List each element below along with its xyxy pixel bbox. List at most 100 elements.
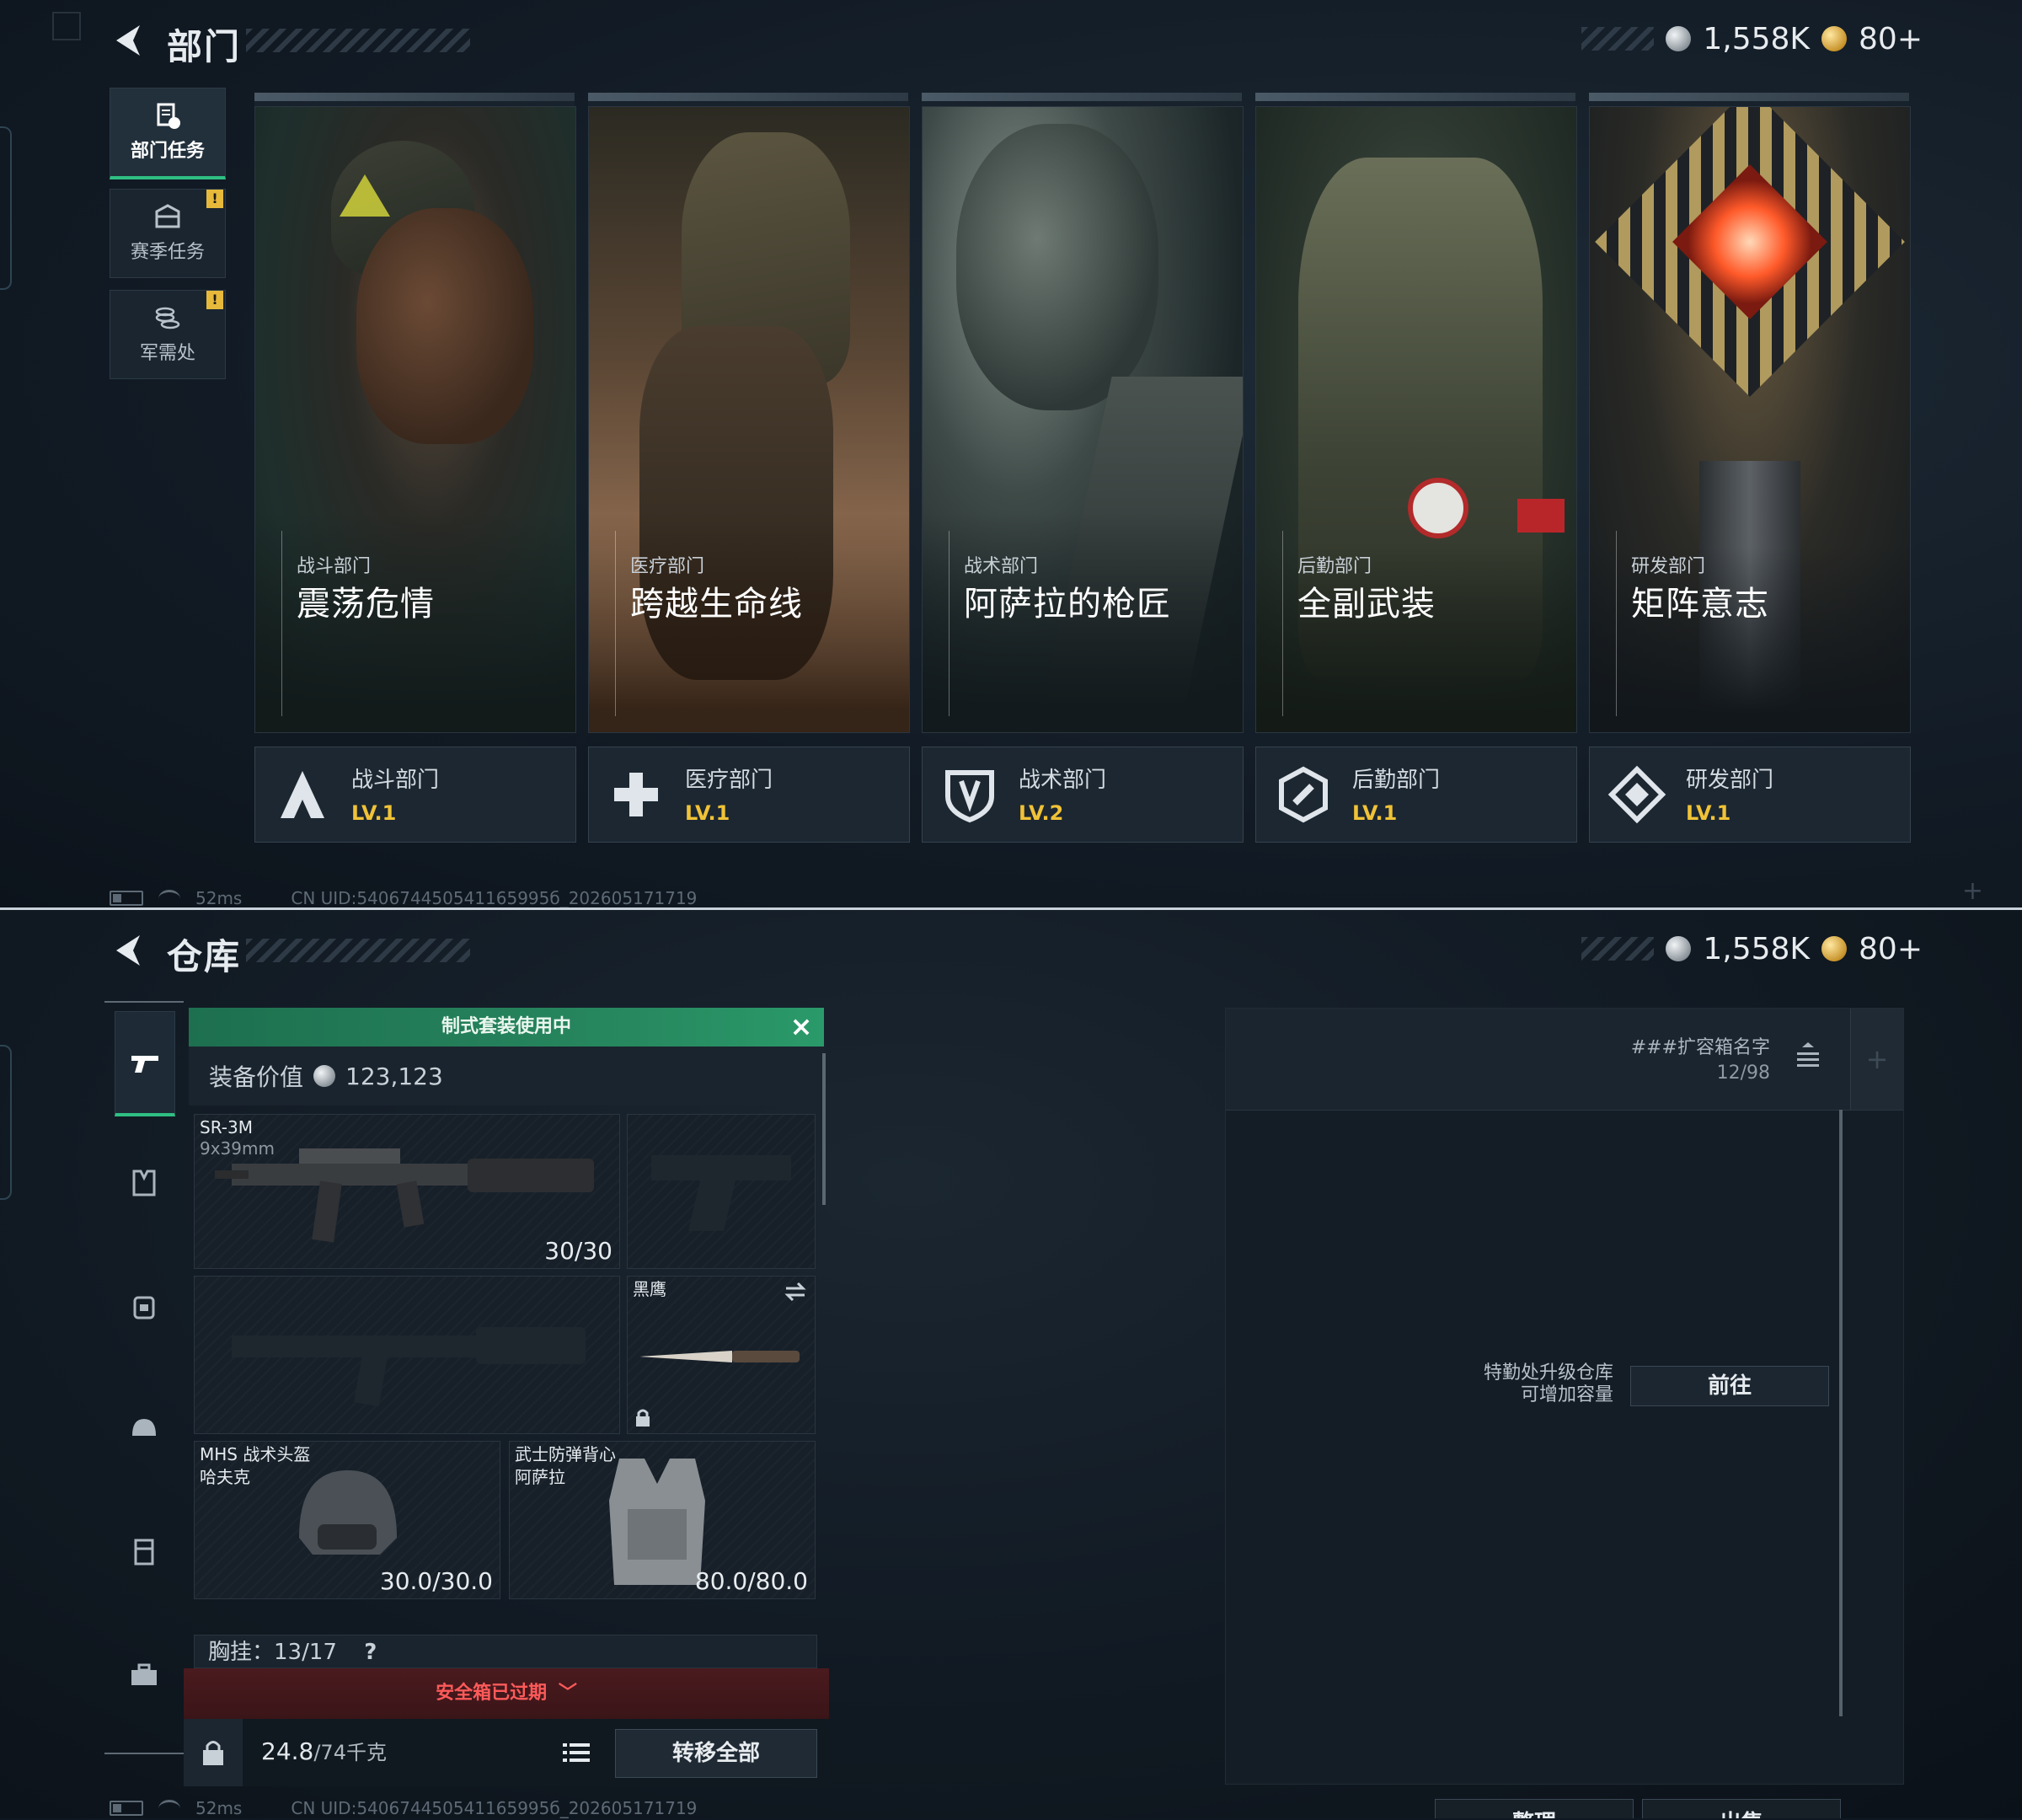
organize-button[interactable]: 整理 (1435, 1799, 1634, 1818)
card-mission-title: 全副武装 (1297, 585, 1436, 624)
helmet-brand: 哈夫克 (200, 1467, 250, 1487)
tab-label: 部门任务 (130, 141, 205, 162)
currency-bar: 1,558K 80+ (1581, 20, 1923, 57)
tab-toolbox[interactable] (115, 1625, 174, 1726)
tactical-shield-icon (945, 770, 994, 823)
banner-text: 制式套装使用中 (441, 1016, 571, 1037)
department-card-tactical[interactable]: 战术部门 阿萨拉的枪匠 (922, 93, 1244, 733)
expansion-box-name: ###扩容箱名字 (1630, 1037, 1770, 1058)
department-level: LV.1 (351, 801, 397, 825)
silver-coin-icon (1666, 26, 1692, 51)
lock-icon (203, 1741, 223, 1765)
storage-scrollbar[interactable] (1839, 1110, 1843, 1716)
list-view-button[interactable] (558, 1734, 595, 1771)
currency-bar: 1,558K 80+ (1581, 930, 1923, 967)
department-level: LV.1 (1352, 801, 1398, 825)
tab-rail-bottom (104, 1753, 184, 1754)
weight-current: 24.8 (261, 1737, 314, 1765)
toolbox-icon (131, 1663, 157, 1685)
safe-box-expired-banner[interactable]: 安全箱已过期 ﹀ (184, 1668, 829, 1719)
armor-name: 武士防弹背心 (515, 1444, 616, 1464)
close-icon[interactable]: × (789, 1013, 814, 1040)
standard-kit-banner: 制式套装使用中 × (189, 1008, 824, 1046)
swap-icon[interactable] (783, 1282, 808, 1302)
helmet-durability: 30.0/30.0 (379, 1567, 493, 1595)
wifi-icon (158, 1799, 180, 1817)
title-decoration (246, 29, 470, 52)
armor-brand: 阿萨拉 (515, 1467, 565, 1487)
chest-rig-row[interactable]: 胸挂：13/17 ? (194, 1635, 817, 1668)
red-patch-shape (1517, 499, 1565, 533)
sort-icon[interactable] (1794, 1041, 1822, 1074)
tab-backpack[interactable] (115, 1255, 174, 1357)
battery-icon (110, 891, 143, 906)
department-footer-logistics[interactable]: 后勤部门 LV.1 (1255, 747, 1577, 843)
department-footer-medical[interactable]: 医疗部门 LV.1 (588, 747, 910, 843)
tab-quartermaster[interactable]: ! 军需处 (110, 290, 226, 379)
department-name: 战术部门 (1019, 768, 1107, 793)
armor-slot[interactable]: 武士防弹背心 阿萨拉 80.0/80.0 (509, 1441, 816, 1599)
face-shape (356, 208, 533, 444)
pistol-slot[interactable] (627, 1114, 816, 1269)
back-arrow-icon[interactable] (111, 932, 145, 969)
helmet-slot[interactable]: MHS 战术头盔 哈夫克 30.0/30.0 (194, 1441, 500, 1599)
sell-button[interactable]: 出售 (1642, 1799, 1841, 1818)
left-edge-handle[interactable] (0, 126, 12, 290)
tab-helmet[interactable] (115, 1378, 174, 1480)
pistol-placeholder-icon (651, 1155, 791, 1231)
list-icon (563, 1743, 590, 1762)
tab-rig[interactable] (115, 1502, 174, 1603)
helmet-icon (132, 1419, 156, 1436)
silver-amount: 1,558K (1703, 21, 1811, 56)
expansion-box-capacity: 12/98 (1716, 1063, 1770, 1084)
chevron-down-icon: ﹀ (558, 1683, 577, 1704)
left-edge-handle[interactable] (0, 1045, 12, 1200)
card-header-strip (1255, 93, 1575, 101)
rifle-placeholder-icon (232, 1327, 586, 1407)
chest-icon (155, 204, 180, 228)
safe-lock-button[interactable] (184, 1719, 243, 1786)
department-name: 研发部门 (1686, 768, 1774, 793)
department-footer-combat[interactable]: 战斗部门 LV.1 (254, 747, 576, 843)
melee-slot[interactable]: 黑鹰 (627, 1276, 816, 1434)
department-card-logistics[interactable]: 后勤部门 全副武装 (1255, 93, 1577, 733)
armor-durability: 80.0/80.0 (694, 1567, 808, 1595)
card-deco-line (1616, 531, 1617, 716)
currency-decoration (1581, 27, 1655, 51)
document-task-icon (157, 103, 180, 129)
add-box-button[interactable]: + (1850, 1009, 1903, 1110)
gold-amount[interactable]: 80+ (1859, 932, 1923, 966)
battery-icon (110, 1801, 143, 1816)
tab-rail-top (104, 1001, 184, 1003)
help-icon[interactable]: ? (364, 1640, 377, 1665)
tab-weapons[interactable] (115, 1011, 175, 1116)
uid-text: CN UID:540674450541165995б_202605171719 (291, 1798, 698, 1818)
department-card-combat[interactable]: 战斗部门 震荡危情 (254, 93, 576, 733)
primary-weapon-slot[interactable]: SR-3M 9x39mm 30/30 (194, 1114, 620, 1269)
gold-coin-icon (1821, 26, 1848, 51)
card-category: 战斗部门 (297, 556, 372, 577)
gold-amount[interactable]: 80+ (1859, 22, 1923, 56)
department-footer-tactical[interactable]: 战术部门 LV.2 (922, 747, 1244, 843)
department-footer-research[interactable]: 研发部门 LV.1 (1589, 747, 1911, 843)
department-name: 战斗部门 (351, 768, 440, 793)
logistics-icon (1279, 766, 1328, 823)
card-header-strip (1589, 93, 1909, 101)
card-header-strip (922, 93, 1242, 101)
gear-value-amount: 123,123 (345, 1062, 443, 1090)
page-title: 仓库 (167, 936, 242, 977)
transfer-all-button[interactable]: 转移全部 (615, 1729, 817, 1778)
pistol-icon (131, 1056, 158, 1073)
card-mission-title: 阿萨拉的枪匠 (964, 585, 1171, 624)
department-card-medical[interactable]: 医疗部门 跨越生命线 (588, 93, 910, 733)
back-arrow-icon[interactable] (111, 22, 145, 59)
gold-coin-icon (1821, 936, 1848, 961)
department-card-research[interactable]: 研发部门 矩阵意志 (1589, 93, 1911, 733)
secondary-weapon-slot[interactable] (194, 1276, 620, 1434)
tape-roll-shape (1408, 478, 1468, 538)
tab-armor[interactable] (115, 1132, 174, 1234)
goto-button[interactable]: 前往 (1630, 1366, 1829, 1406)
tab-department-tasks[interactable]: 部门任务 (110, 88, 226, 179)
loadout-scrollbar[interactable] (822, 1053, 826, 1205)
tab-season-tasks[interactable]: ! 赛季任务 (110, 189, 226, 278)
